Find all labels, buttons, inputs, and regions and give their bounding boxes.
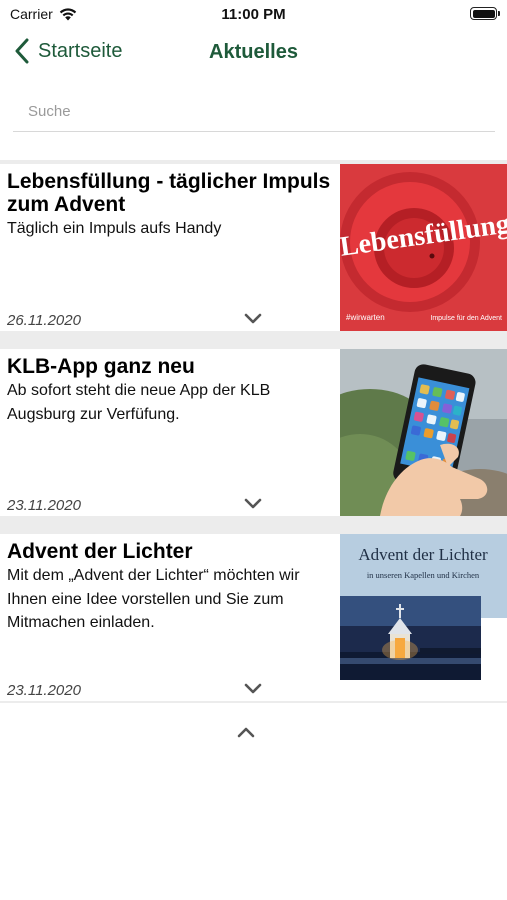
news-item-title: Lebensfüllung - täglicher Impuls zum Adv…: [7, 170, 331, 216]
news-item-description: Täglich ein Impuls aufs Handy: [7, 220, 222, 237]
clock: 11:00 PM: [221, 6, 286, 23]
news-item-text: Advent der Lichter Mit dem „Advent der L…: [7, 540, 333, 635]
news-item-date: 23.11.2020: [7, 682, 81, 699]
chevron-down-icon[interactable]: [244, 313, 262, 325]
chevron-up-icon[interactable]: [236, 724, 256, 740]
news-item-title: Advent der Lichter: [7, 540, 193, 563]
search-input[interactable]: [13, 96, 495, 126]
news-item-date: 23.11.2020: [7, 497, 81, 514]
news-item[interactable]: Advent der Lichter Mit dem „Advent der L…: [0, 534, 507, 701]
battery-icon: [470, 7, 500, 20]
hand-holding-smartphone-image: [340, 349, 507, 516]
news-item-description: Mit dem „Advent der Lichter“ möchten wir…: [7, 567, 300, 631]
news-item-title: KLB-App ganz neu: [7, 355, 195, 378]
news-item-description: Ab sofort steht die neue App der KLB Aug…: [7, 382, 271, 423]
image-tag: #wirwarten: [346, 313, 385, 322]
news-list: Lebensfüllung - täglicher Impuls zum Adv…: [0, 160, 507, 703]
chevron-down-icon[interactable]: [244, 683, 262, 695]
chapel-at-night-image: Advent der Lichter in unseren Kapellen u…: [340, 534, 507, 701]
search-bar: [13, 96, 495, 132]
page-title: Aktuelles: [209, 41, 298, 63]
chevron-down-icon[interactable]: [244, 498, 262, 510]
image-subtitle: in unseren Kapellen und Kirchen: [367, 570, 480, 580]
news-item-date: 26.11.2020: [7, 312, 81, 329]
news-item[interactable]: Lebensfüllung - täglicher Impuls zum Adv…: [0, 164, 507, 331]
red-cup-image: Lebensfüllung #wirwarten Impulse für den…: [340, 164, 507, 331]
news-item-text: KLB-App ganz neu Ab sofort steht die neu…: [7, 355, 333, 426]
image-overlay-title: Advent der Lichter: [358, 545, 488, 564]
status-bar: Carrier 11:00 PM: [0, 0, 507, 30]
news-item-text: Lebensfüllung - täglicher Impuls zum Adv…: [7, 170, 333, 241]
news-item[interactable]: KLB-App ganz neu Ab sofort steht die neu…: [0, 349, 507, 516]
navigation-bar: Startseite Aktuelles: [0, 30, 507, 76]
image-caption: Impulse für den Advent: [430, 315, 502, 322]
